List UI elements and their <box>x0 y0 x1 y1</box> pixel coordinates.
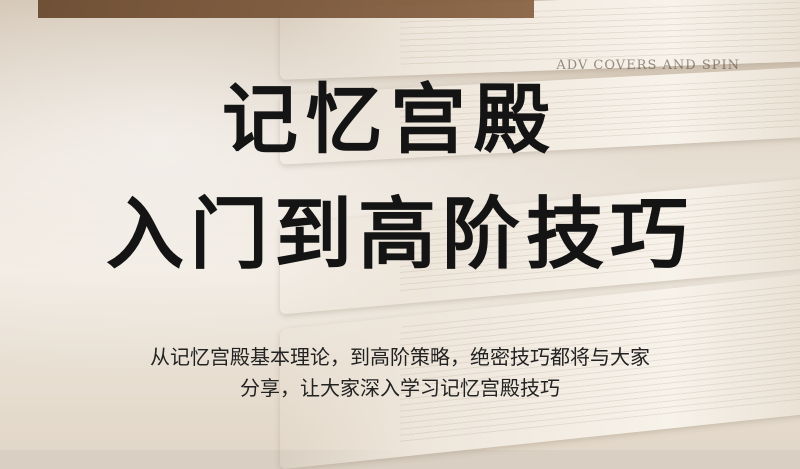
page-title-line2: 入门到高阶技巧 <box>105 190 694 280</box>
description-line1: 从记忆宫殿基本理论，到高阶策略，绝密技巧都将与大家 <box>150 345 650 369</box>
description-line2: 分享，让大家深入学习记忆宫殿技巧 <box>240 376 560 400</box>
page-title-line1: 记忆宫殿 <box>222 75 558 164</box>
top-banner <box>38 0 534 18</box>
